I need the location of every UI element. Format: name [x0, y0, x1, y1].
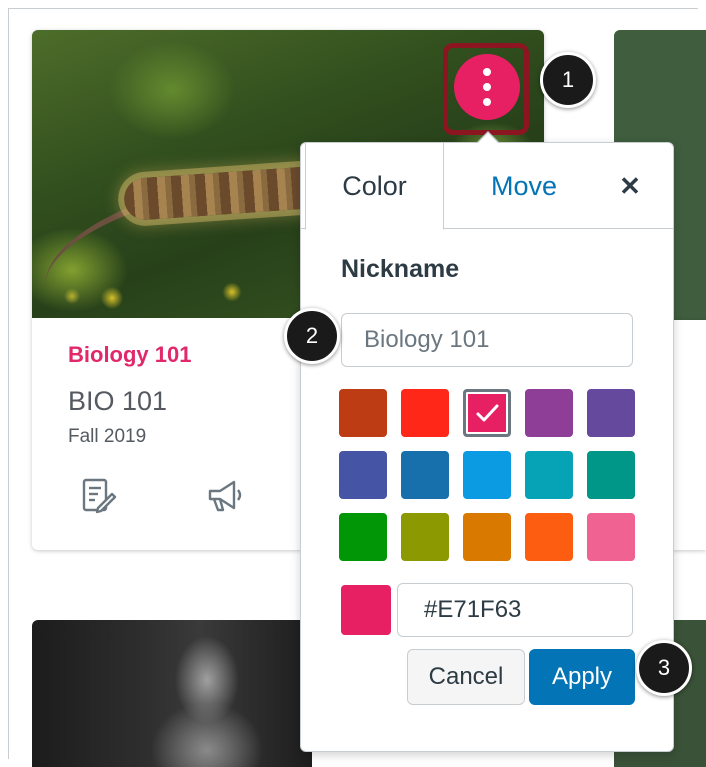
cancel-button[interactable]: Cancel — [407, 649, 525, 705]
color-swatch[interactable] — [525, 389, 573, 437]
apply-button[interactable]: Apply — [529, 649, 635, 705]
kebab-dot — [483, 98, 491, 106]
step-callout-2: 2 — [284, 308, 340, 364]
color-swatch[interactable] — [463, 451, 511, 499]
step-callout-3: 3 — [636, 640, 692, 696]
nickname-label: Nickname — [341, 255, 460, 283]
color-swatch[interactable] — [463, 389, 511, 437]
popover-arrow-inner — [478, 133, 498, 143]
hex-color-input[interactable] — [397, 583, 633, 637]
color-preview-swatch — [341, 585, 391, 635]
course-card-image-second[interactable] — [32, 620, 312, 767]
card-options-button[interactable] — [454, 54, 520, 120]
color-swatch[interactable] — [339, 389, 387, 437]
kebab-menu-icon — [483, 68, 491, 76]
step-callout-1: 1 — [540, 52, 596, 108]
color-swatch[interactable] — [339, 451, 387, 499]
tab-move[interactable]: Move — [444, 143, 604, 229]
tab-color[interactable]: Color — [305, 143, 444, 230]
color-swatch[interactable] — [401, 389, 449, 437]
color-swatch[interactable] — [401, 451, 449, 499]
color-swatch[interactable] — [339, 513, 387, 561]
color-swatch[interactable] — [401, 513, 449, 561]
close-icon[interactable]: ✕ — [607, 163, 653, 209]
color-swatch[interactable] — [587, 513, 635, 561]
color-swatch[interactable] — [587, 451, 635, 499]
color-swatch[interactable] — [525, 513, 573, 561]
color-swatch[interactable] — [587, 389, 635, 437]
course-title-link[interactable]: Biology 101 — [68, 342, 191, 368]
color-popover: Color Move ✕ Nickname Cancel Apply — [300, 142, 674, 752]
popover-tabs: Color Move ✕ — [301, 143, 673, 230]
nickname-input[interactable] — [341, 313, 633, 367]
announcements-icon[interactable] — [204, 476, 244, 516]
kebab-dot — [483, 83, 491, 91]
assignments-icon[interactable] — [78, 476, 118, 516]
course-code: BIO 101 — [68, 386, 168, 416]
course-term: Fall 2019 — [68, 426, 147, 447]
color-swatch[interactable] — [463, 513, 511, 561]
color-swatch[interactable] — [525, 451, 573, 499]
checkmark-icon — [476, 404, 499, 422]
